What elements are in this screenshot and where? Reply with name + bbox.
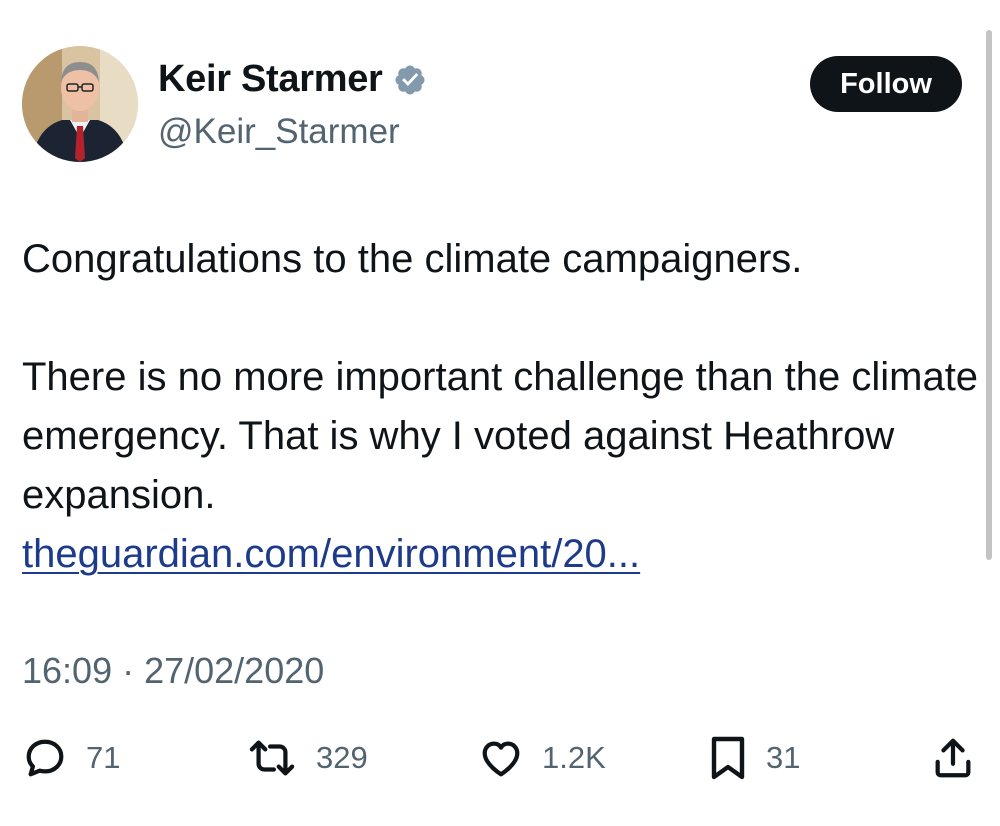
author-handle[interactable]: @Keir_Starmer [158, 112, 400, 152]
tweet-timestamp[interactable]: 16:09 · 27/02/2020 [22, 650, 324, 692]
share-icon [935, 738, 971, 778]
reply-count: 71 [86, 740, 121, 775]
retweet-icon [249, 740, 295, 776]
verified-badge-icon[interactable] [393, 63, 427, 97]
like-icon [482, 741, 520, 777]
bookmark-count: 31 [766, 740, 801, 775]
retweet-count: 329 [316, 740, 368, 775]
tweet-text-line1: Congratulations to the climate campaigne… [22, 237, 803, 281]
display-name-text[interactable]: Keir Starmer [158, 58, 383, 101]
reply-icon [26, 739, 64, 777]
bookmark-icon [711, 736, 745, 780]
share-button[interactable] [930, 728, 976, 788]
tweet-link[interactable]: theguardian.com/environment/20... [22, 532, 640, 576]
like-count: 1.2K [542, 740, 606, 775]
author-display-name[interactable]: Keir Starmer [158, 58, 427, 101]
retweet-button[interactable]: 329 [246, 728, 368, 788]
like-button[interactable]: 1.2K [478, 728, 606, 788]
tweet-body: Congratulations to the climate campaigne… [22, 230, 982, 584]
tweet-action-bar: 71 329 1.2K 31 [0, 728, 1000, 788]
reply-button[interactable]: 71 [22, 728, 120, 788]
tweet-text-line2: There is no more important challenge tha… [22, 355, 979, 517]
scrollbar[interactable] [986, 30, 992, 560]
bookmark-button[interactable]: 31 [708, 728, 800, 788]
avatar[interactable] [22, 46, 138, 162]
follow-button[interactable]: Follow [810, 56, 962, 112]
